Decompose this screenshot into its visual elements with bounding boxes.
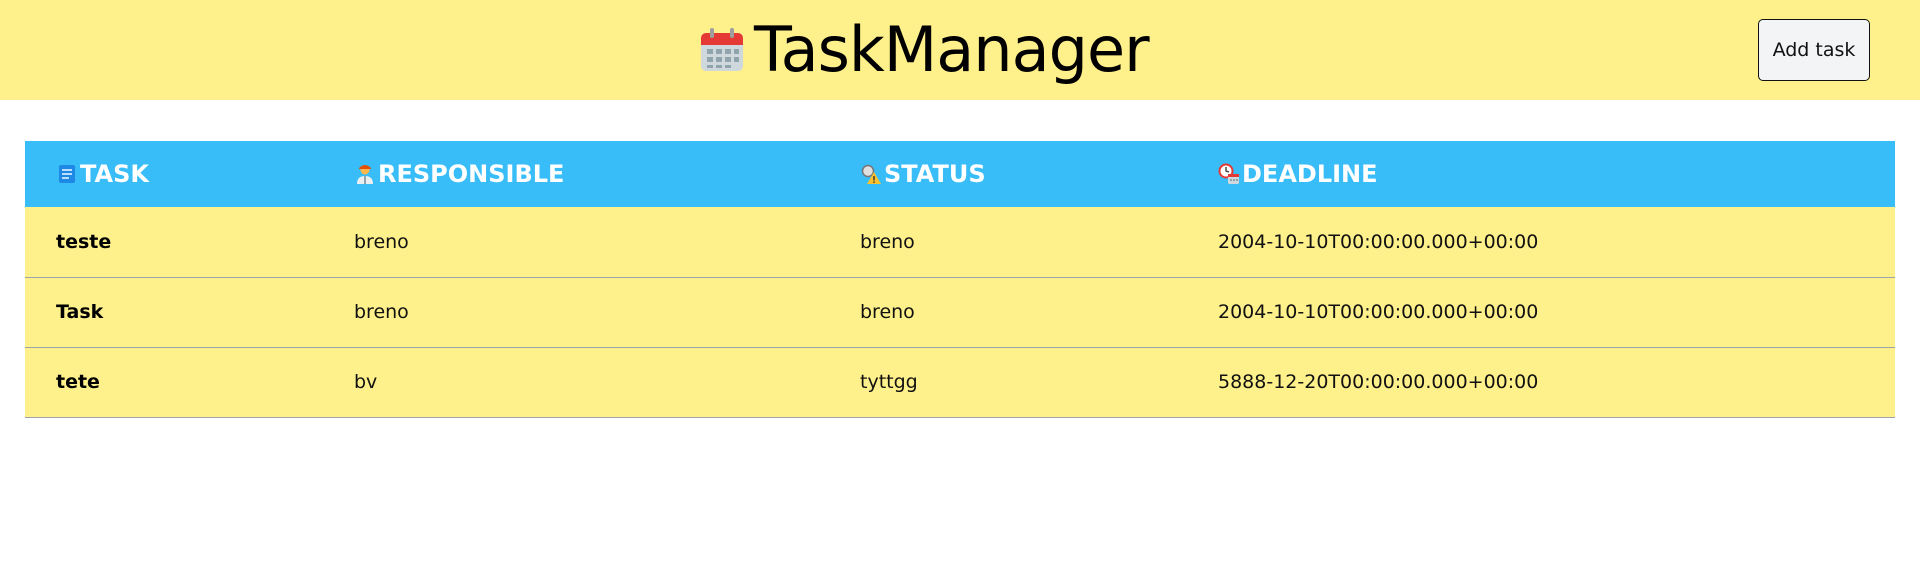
column-header-responsible[interactable]: RESPONSIBLE [354,141,860,207]
table-row[interactable]: Task breno breno 2004-10-10T00:00:00.000… [25,277,1895,347]
table-header-row: TASK RESPONSIBLE STATUS DEADLINE [25,141,1895,207]
column-label: TASK [80,160,149,188]
memo-icon [59,165,75,183]
column-label: DEADLINE [1242,160,1378,188]
status-cell: tyttgg [860,371,918,393]
brand: TaskManager [698,13,1150,86]
responsible-cell: bv [354,371,378,393]
task-name-cell: Task [56,301,104,323]
table-row[interactable]: teste breno breno 2004-10-10T00:00:00.00… [25,207,1895,277]
responsible-cell: breno [354,230,409,253]
column-label: RESPONSIBLE [378,160,565,188]
person-icon [357,165,373,184]
table-row[interactable]: tete bv tyttgg 5888-12-20T00:00:00.000+0… [25,347,1895,417]
app-header: TaskManager Add task [0,0,1920,100]
warning-magnifier-icon [861,164,881,184]
task-name-cell: teste [56,230,112,253]
task-name-cell: tete [56,371,100,393]
deadline-cell: 5888-12-20T00:00:00.000+00:00 [1218,371,1539,393]
calendar-icon [701,28,743,71]
column-header-deadline[interactable]: DEADLINE [1218,141,1895,207]
task-table-container: TASK RESPONSIBLE STATUS DEADLINE teste b… [25,141,1895,418]
column-label: STATUS [884,160,986,188]
clock-calendar-icon [1218,163,1239,184]
responsible-cell: breno [354,301,409,323]
app-title: TaskManager [754,13,1150,86]
status-cell: breno [860,230,915,253]
deadline-cell: 2004-10-10T00:00:00.000+00:00 [1218,230,1539,253]
column-header-status[interactable]: STATUS [860,141,1218,207]
deadline-cell: 2004-10-10T00:00:00.000+00:00 [1218,301,1539,323]
add-task-button[interactable]: Add task [1758,19,1870,81]
status-cell: breno [860,301,915,323]
task-table: TASK RESPONSIBLE STATUS DEADLINE teste b… [25,141,1895,418]
column-header-task[interactable]: TASK [25,141,354,207]
